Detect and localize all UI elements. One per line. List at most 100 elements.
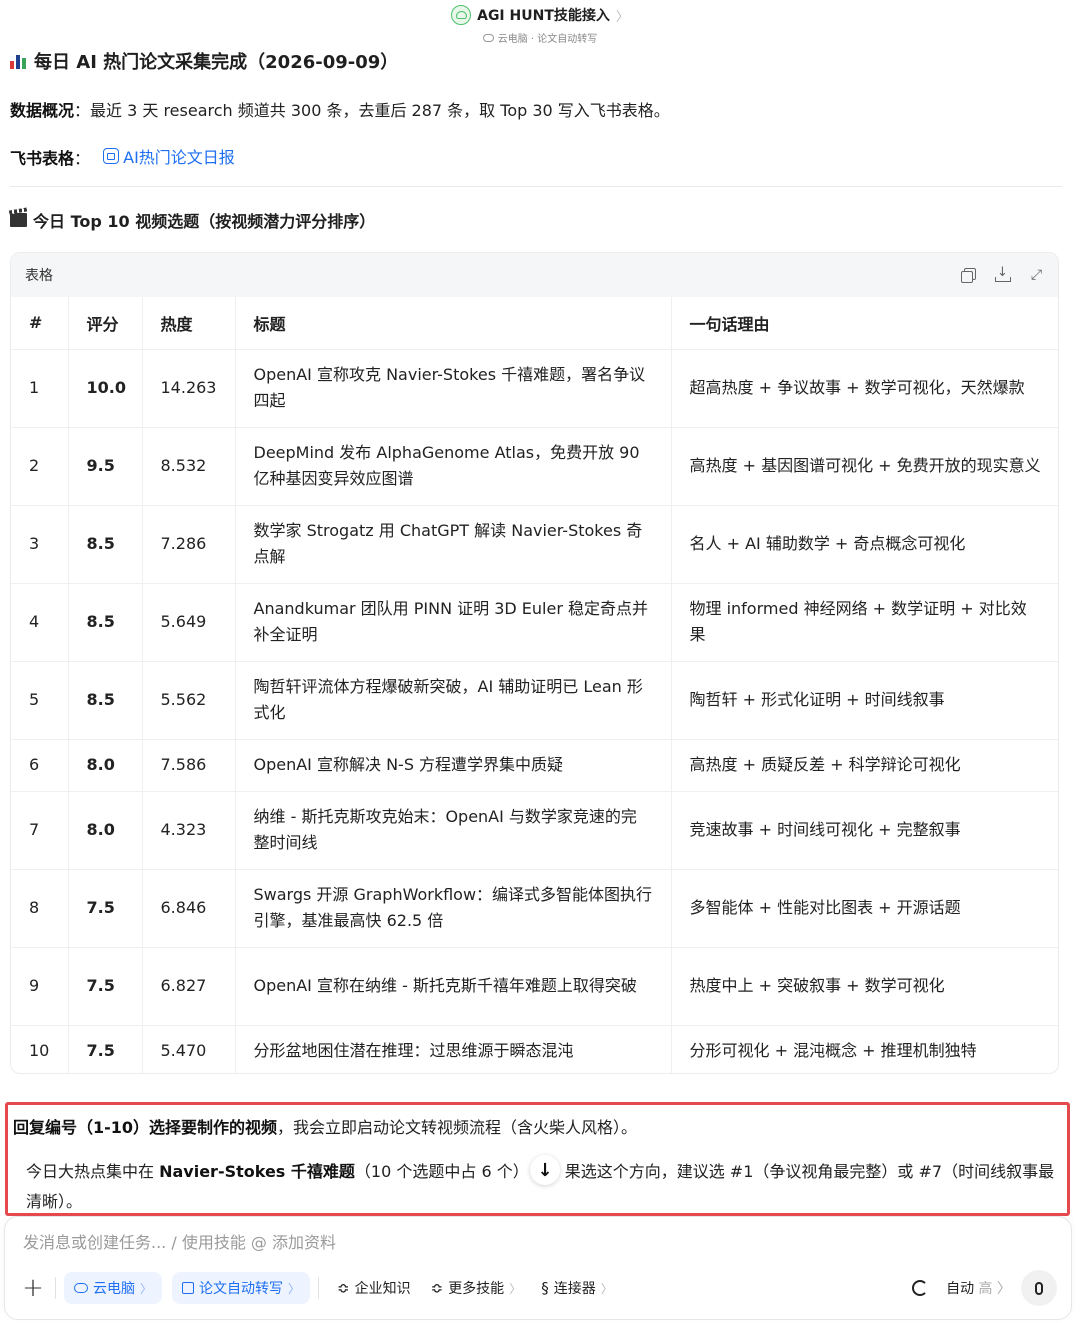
table-row: 10 7.5 5.470 分形盆地困住潜在推理：过思维源于瞬态混沌 分形可视化 + 混沌… [11, 1025, 1058, 1073]
mode-label: 自动 [946, 1281, 975, 1297]
section-title: 今日 Top 10 视频选题（按视频潜力评分排序） [10, 208, 375, 232]
section-title-text: 今日 Top 10 视频选题（按视频潜力评分排序） [33, 212, 376, 231]
row-score: 8.0 [68, 739, 143, 792]
toolbar-divider [318, 1277, 320, 1299]
row-heat: 4.323 [142, 791, 236, 870]
connector-icon: § [541, 1279, 549, 1297]
row-number: 6 [11, 739, 69, 792]
cloud-pc-label: 云电脑 [93, 1281, 135, 1297]
row-reason: 高热度 + 基因图谱可视化 + 免费开放的现实意义 [671, 427, 1058, 506]
paper-transcribe-label: 论文自动转写 [199, 1281, 284, 1297]
agent-avatar-icon [451, 5, 472, 25]
chevron-right-icon: 〉 [288, 1281, 301, 1296]
row-number: 3 [11, 505, 69, 584]
table-row: 8 7.5 6.846 Swargs 开源 GraphWorkflow：编译式多智能体… [11, 869, 1058, 948]
row-score: 7.5 [68, 947, 143, 1026]
paper-transcribe-chip[interactable]: 论文自动转写 〉 [172, 1272, 311, 1304]
app-title[interactable]: AGI HUNT技能接入 [477, 5, 610, 25]
row-score: 7.5 [68, 1025, 143, 1073]
enterprise-knowledge-label: 企业知识 [354, 1281, 411, 1297]
chevron-right-icon: 〉 [140, 1281, 153, 1296]
row-score: 8.0 [68, 791, 143, 870]
row-heat: 7.586 [142, 739, 236, 792]
copy-icon[interactable] [961, 268, 976, 283]
row-heat: 6.846 [142, 869, 236, 948]
sheet-colon: ： [74, 149, 91, 168]
row-reason: 热度中上 + 突破叙事 + 数学可视化 [671, 947, 1058, 1026]
row-title: DeepMind 发布 AlphaGenome Atlas，免费开放 90 亿种… [235, 427, 672, 506]
bar-chart-icon [10, 53, 28, 69]
row-title: Swargs 开源 GraphWorkflow：编译式多智能体图执行引擎，基准最… [235, 869, 672, 948]
column-header: # [11, 297, 69, 350]
row-score: 8.5 [68, 505, 143, 584]
row-score: 8.5 [68, 661, 143, 740]
row-number: 2 [11, 427, 69, 506]
clapper-board-icon [10, 213, 27, 227]
row-number: 10 [11, 1025, 69, 1073]
cloud-icon [74, 1283, 88, 1293]
message-input[interactable]: 发消息或创建任务... / 使用技能 @ 添加资料 [23, 1229, 336, 1253]
row-heat: 8.532 [142, 427, 236, 506]
add-button[interactable]: + [19, 1273, 47, 1303]
table-row: 6 8.0 7.586 OpenAI 宣称解决 N-S 方程遭学界集中质疑 高热度 + … [11, 739, 1058, 792]
overview-text: ：最近 3 天 research 频道共 300 条，去重后 287 条，取 T… [74, 101, 670, 120]
layers-icon: ≎ [430, 1279, 444, 1297]
sheet-link[interactable]: AI热门论文日报 [103, 144, 235, 168]
table-row: 5 8.5 5.562 陶哲轩评流体方程爆破新突破，AI 辅助证明已 Lean 形式化… [11, 661, 1058, 740]
app-subtitle: 云电脑 · 论文自动转写 [497, 34, 598, 45]
sheet-link-text[interactable]: AI热门论文日报 [123, 144, 235, 168]
row-heat: 5.470 [142, 1025, 236, 1073]
row-score: 10.0 [68, 349, 143, 428]
expand-icon[interactable]: ⤢ [1029, 268, 1044, 283]
table-row: 1 10.0 14.263 OpenAI 宣称攻克 Navier-Stokes 千禧难… [11, 349, 1058, 428]
more-skills-label: 更多技能 [448, 1281, 505, 1297]
row-score: 9.5 [68, 427, 143, 506]
row-number: 7 [11, 791, 69, 870]
column-header: 一句话理由 [671, 297, 1058, 350]
row-title: 纳维 - 斯托克斯攻克始末：OpenAI 与数学家竞速的完整时间线 [235, 791, 672, 870]
table-row: 3 8.5 7.286 数学家 Strogatz 用 ChatGPT 解读 Navie… [11, 505, 1058, 584]
chevron-right-icon: 〉 [509, 1281, 522, 1296]
reply-instruction: 回复编号（1-10）选择要制作的视频，我会立即启动论文转视频流程（含火柴人风格）… [13, 1114, 637, 1138]
app-title-row[interactable]: AGI HUNT技能接入 〉 [0, 5, 1080, 25]
row-number: 9 [11, 947, 69, 1026]
enterprise-knowledge-chip[interactable]: ≎ 企业知识 [327, 1272, 421, 1304]
more-skills-chip[interactable]: ≎ 更多技能 〉 [421, 1272, 532, 1304]
connector-chip[interactable]: § 连接器 〉 [531, 1272, 623, 1304]
row-title: 陶哲轩评流体方程爆破新突破，AI 辅助证明已 Lean 形式化 [235, 661, 672, 740]
sheet-icon [103, 148, 120, 164]
row-number: 8 [11, 869, 69, 948]
row-title: OpenAI 宣称在纳维 - 斯托克斯千禧年难题上取得突破 [235, 947, 672, 1026]
chevron-right-icon: 〉 [997, 1281, 1011, 1297]
download-icon[interactable] [995, 265, 1011, 282]
scroll-down-button[interactable]: ↓ [530, 1155, 560, 1185]
chevron-right-icon: 〉 [600, 1281, 613, 1296]
reply-rec-bold: Navier-Stokes 千禧难题 [159, 1162, 355, 1181]
cloud-icon [482, 33, 494, 42]
column-header: 热度 [142, 297, 236, 350]
cloud-pc-chip[interactable]: 云电脑 〉 [64, 1272, 163, 1304]
row-number: 4 [11, 583, 69, 662]
table-card-label: 表格 [25, 268, 53, 284]
row-heat: 7.286 [142, 505, 236, 584]
row-heat: 5.562 [142, 661, 236, 740]
row-score: 7.5 [68, 869, 143, 948]
row-reason: 名人 + AI 辅助数学 + 奇点概念可视化 [671, 505, 1058, 584]
row-reason: 分形可视化 + 混沌概念 + 推理机制独特 [689, 1041, 977, 1061]
table-row: 9 7.5 6.827 OpenAI 宣称在纳维 - 斯托克斯千禧年难题上取得突破 热度… [11, 947, 1058, 1026]
reply-highlight-box: 回复编号（1-10）选择要制作的视频，我会立即启动论文转视频流程（含火柴人风格）… [5, 1102, 1070, 1216]
row-number: 1 [11, 349, 69, 428]
layers-icon: ≎ [337, 1279, 350, 1297]
table-header-row: # 评分 热度 标题 一句话理由 [11, 297, 1058, 350]
reply-rec-mid: （10 个选题中占 6 个） [354, 1162, 529, 1181]
overview-paragraph: 数据概况：最近 3 天 research 频道共 300 条，去重后 287 条… [10, 97, 670, 121]
table-row: 7 8.0 4.323 纳维 - 斯托克斯攻克始末：OpenAI 与数学家竞速的完整时… [11, 791, 1058, 870]
table-card: 表格 ⤢ # 评分 热度 标题 一句话理由 110.014.263OpenAI … [10, 252, 1059, 1074]
mode-selector[interactable]: 自动 高 〉 [946, 1278, 1011, 1298]
column-header: 评分 [68, 297, 143, 350]
row-reason: 物理 informed 神经网络 + 数学证明 + 对比效果 [671, 583, 1058, 662]
app-subtitle-row: 云电脑 · 论文自动转写 [0, 30, 1080, 45]
loading-spinner-icon [912, 1280, 929, 1296]
row-heat: 14.263 [142, 349, 236, 428]
microphone-button[interactable] [1021, 1270, 1057, 1306]
